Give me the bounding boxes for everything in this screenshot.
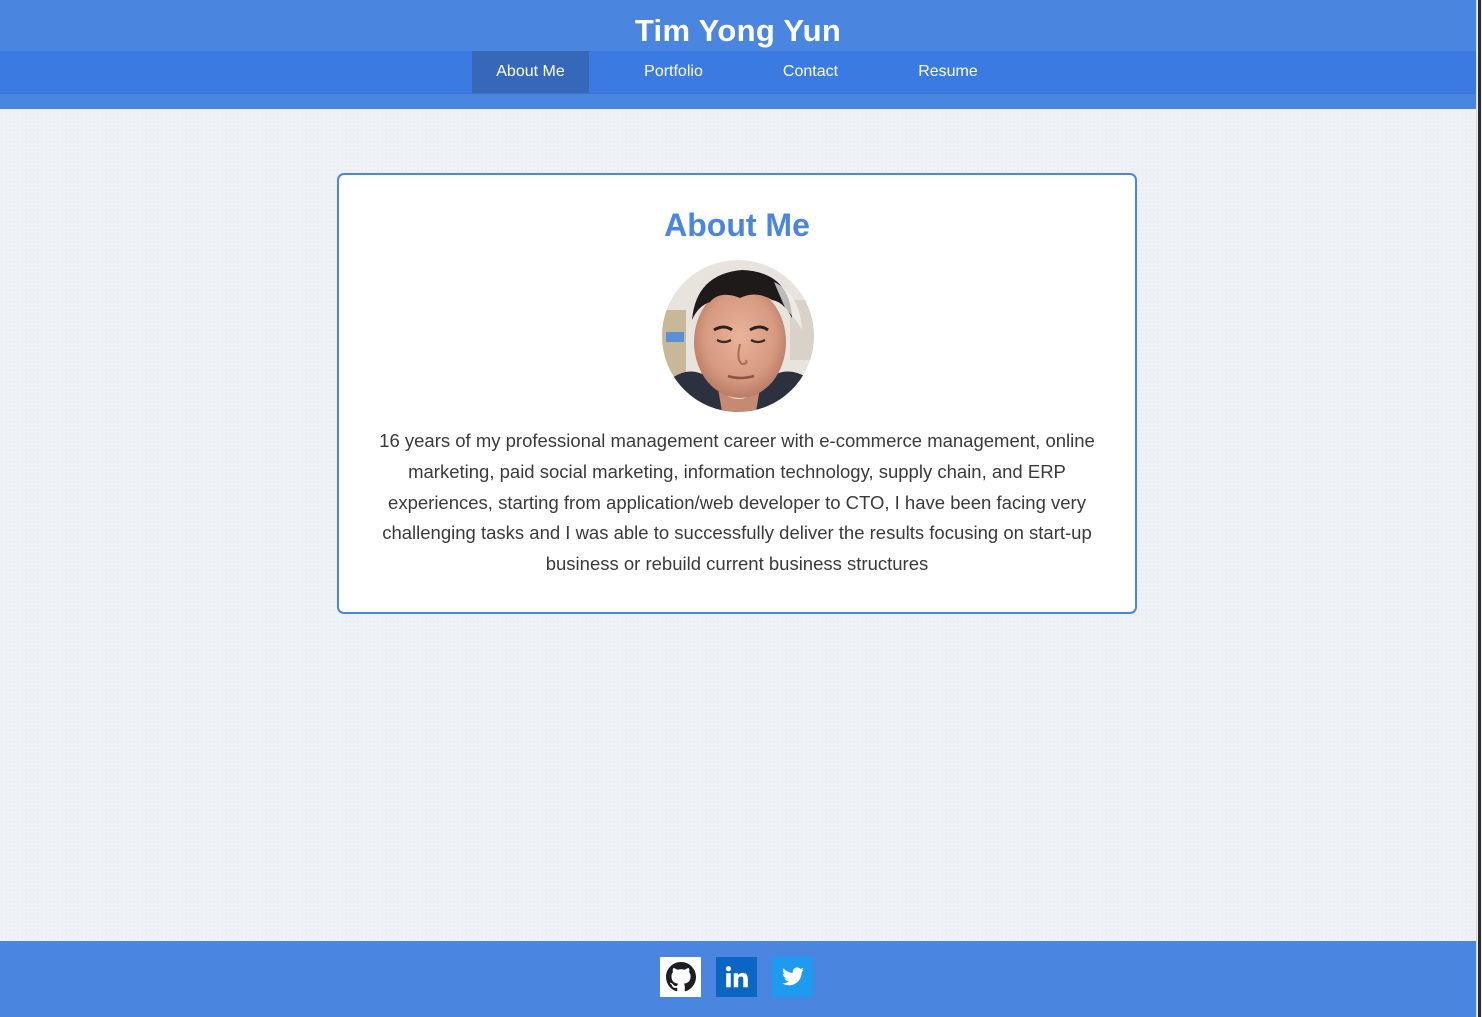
- twitter-link[interactable]: [772, 957, 813, 997]
- about-card: About Me 16 years of my professional man…: [337, 173, 1137, 614]
- nav-item-portfolio[interactable]: Portfolio: [589, 51, 758, 93]
- site-header: Tim Yong Yun About Me Portfolio Contact …: [0, 0, 1476, 109]
- avatar: [662, 260, 814, 412]
- nav-item-resume[interactable]: Resume: [863, 51, 1033, 93]
- nav-item-about-me[interactable]: About Me: [472, 51, 589, 93]
- linkedin-icon: [725, 966, 748, 988]
- linkedin-link[interactable]: [716, 957, 757, 997]
- github-link[interactable]: [660, 957, 701, 997]
- page: Tim Yong Yun About Me Portfolio Contact …: [0, 0, 1476, 1017]
- bio-text: 16 years of my professional management c…: [379, 430, 1095, 575]
- twitter-icon: [781, 967, 804, 986]
- window-scrollbar[interactable]: [1476, 0, 1482, 1017]
- profile-photo-icon: [662, 260, 814, 412]
- nav-item-contact[interactable]: Contact: [758, 51, 863, 93]
- site-title: Tim Yong Yun: [634, 13, 842, 48]
- github-icon: [665, 962, 696, 992]
- about-heading: About Me: [664, 207, 810, 243]
- nav-list: About Me Portfolio Contact Resume: [472, 51, 1033, 93]
- nav-bar: About Me Portfolio Contact Resume: [0, 51, 1476, 94]
- site-footer: [0, 941, 1476, 1017]
